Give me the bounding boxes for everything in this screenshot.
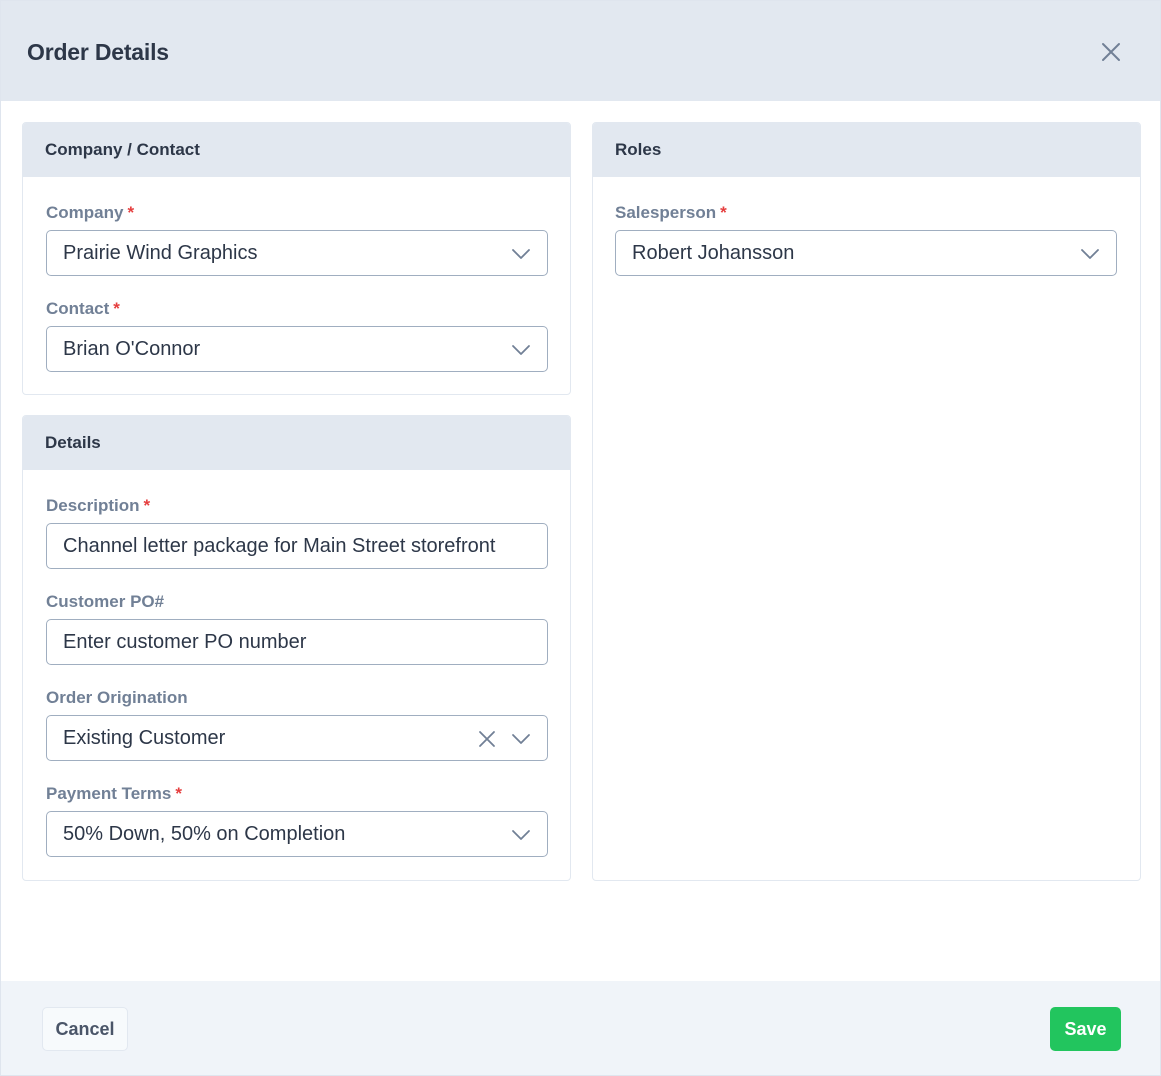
order-origination-select[interactable]: Existing Customer bbox=[46, 715, 548, 761]
details-heading: Details bbox=[23, 416, 570, 470]
details-card: Details Description* Customer PO# Order … bbox=[22, 415, 571, 881]
close-button[interactable] bbox=[1095, 36, 1127, 68]
company-select-value: Prairie Wind Graphics bbox=[63, 241, 258, 264]
order-origination-value: Existing Customer bbox=[63, 726, 226, 749]
clear-icon[interactable] bbox=[477, 729, 497, 749]
dialog-title: Order Details bbox=[27, 39, 169, 65]
required-marker: * bbox=[143, 496, 151, 515]
company-contact-heading: Company / Contact bbox=[23, 123, 570, 177]
payment-terms-label: Payment Terms * bbox=[46, 784, 182, 803]
chevron-down-icon bbox=[512, 249, 530, 259]
payment-terms-value: 50% Down, 50% on Completion bbox=[63, 822, 346, 845]
contact-select[interactable]: Brian O'Connor bbox=[46, 326, 548, 372]
roles-card: Roles Salesperson * Robert Johansson bbox=[592, 122, 1141, 881]
required-marker: * bbox=[127, 203, 135, 222]
required-marker: * bbox=[175, 784, 182, 803]
order-origination-label: Order Origination bbox=[46, 688, 188, 707]
dialog-footer: Cancel Save bbox=[1, 981, 1160, 1075]
company-select[interactable]: Prairie Wind Graphics bbox=[46, 230, 548, 276]
salesperson-label: Salesperson * bbox=[615, 203, 727, 222]
contact-select-value: Brian O'Connor bbox=[63, 337, 201, 360]
chevron-down-icon bbox=[1081, 249, 1099, 259]
company-contact-card: Company / Contact Company * Prairie Wind … bbox=[22, 122, 571, 395]
dialog-header: Order Details bbox=[1, 1, 1160, 101]
description-input[interactable] bbox=[46, 523, 548, 569]
required-marker: * bbox=[720, 203, 727, 222]
required-marker: * bbox=[113, 299, 120, 318]
roles-heading: Roles bbox=[593, 123, 1140, 177]
save-button[interactable]: Save bbox=[1050, 1007, 1121, 1051]
customer-po-label: Customer PO# bbox=[46, 592, 165, 611]
customer-po-input[interactable] bbox=[46, 619, 548, 665]
close-icon bbox=[1102, 43, 1120, 61]
chevron-down-icon bbox=[512, 830, 530, 840]
salesperson-value: Robert Johansson bbox=[632, 241, 795, 264]
cancel-button[interactable]: Cancel bbox=[42, 1007, 128, 1051]
chevron-down-icon bbox=[512, 345, 530, 355]
contact-label: Contact * bbox=[46, 299, 120, 318]
salesperson-select[interactable]: Robert Johansson bbox=[615, 230, 1117, 276]
company-label: Company * bbox=[46, 203, 135, 222]
chevron-down-icon bbox=[512, 734, 530, 744]
description-label: Description * bbox=[46, 496, 151, 515]
payment-terms-select[interactable]: 50% Down, 50% on Completion bbox=[46, 811, 548, 857]
order-details-dialog: Order Details Company / Contact Company *… bbox=[0, 0, 1161, 1076]
